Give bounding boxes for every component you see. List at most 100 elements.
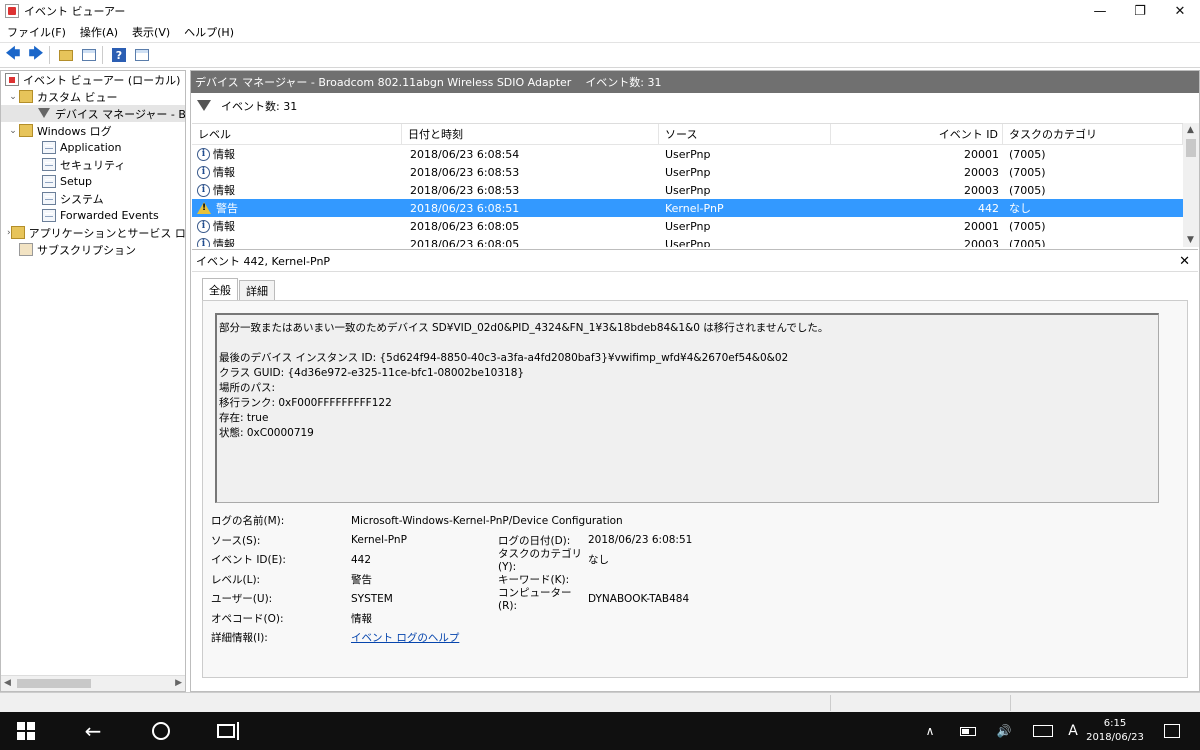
clock[interactable]: 6:15 2018/06/23: [1084, 712, 1146, 750]
logged-value: 2018/06/23 6:08:51: [588, 534, 693, 547]
battery-button[interactable]: [956, 712, 980, 750]
table-row[interactable]: i 情報 2018/06/23 6:08:54 UserPnp 20001 (70…: [192, 145, 1197, 163]
scroll-thumb[interactable]: [17, 679, 91, 688]
folder-icon: [10, 226, 25, 239]
volume-button[interactable]: 🔊: [992, 712, 1016, 750]
column-header-date[interactable]: 日付と時刻: [402, 124, 659, 144]
scroll-left-icon[interactable]: ◀: [4, 678, 11, 688]
close-button[interactable]: ✕: [1160, 0, 1200, 22]
menu-action[interactable]: 操作(A): [73, 24, 125, 40]
table-row[interactable]: i 情報 2018/06/23 6:08:53 UserPnp 20003 (70…: [192, 163, 1197, 181]
task-view-button[interactable]: [203, 712, 249, 750]
event-log-help-link[interactable]: イベント ログのヘルプ: [351, 630, 459, 645]
tab-details[interactable]: 詳細: [239, 280, 275, 300]
tree-item-label: Setup: [60, 175, 93, 188]
menu-help[interactable]: ヘルプ(H): [177, 24, 241, 40]
back-button[interactable]: 🡄: [3, 45, 23, 65]
show-hide-console-tree-button[interactable]: [79, 45, 99, 65]
menu-file[interactable]: ファイル(F): [0, 24, 73, 40]
scroll-down-icon[interactable]: ▼: [1187, 235, 1194, 245]
action-center-button[interactable]: [1160, 712, 1184, 750]
detail-title: イベント 442, Kernel-PnP: [192, 250, 1198, 272]
start-button[interactable]: [0, 712, 52, 750]
column-header-level[interactable]: レベル: [192, 124, 402, 144]
tree-item-application[interactable]: Application: [1, 139, 185, 156]
up-folder-button[interactable]: [56, 45, 76, 65]
filter-event-count: イベント数: 31: [221, 100, 298, 113]
cell-level: i 情報: [192, 164, 402, 180]
forward-button[interactable]: 🡆: [26, 45, 46, 65]
column-header-event-id[interactable]: イベント ID: [831, 124, 1003, 144]
tree-item-subscriptions[interactable]: サブスクリプション: [1, 241, 185, 258]
cell-category: (7005): [1009, 237, 1046, 248]
cell-date: 2018/06/23 6:08:54: [410, 147, 520, 161]
cell-category: (7005): [1009, 183, 1046, 197]
table-row[interactable]: i 情報 2018/06/23 6:08:05 UserPnp 20003 (70…: [192, 235, 1197, 247]
tree-item-label: サブスクリプション: [37, 243, 136, 257]
cell-date: 2018/06/23 6:08:53: [410, 183, 520, 197]
cell-source: UserPnp: [665, 147, 711, 161]
event-grid: レベル 日付と時刻 ソース イベント ID タスクのカテゴリ i 情報 2018/…: [192, 123, 1197, 247]
tree-item-forwarded-events[interactable]: Forwarded Events: [1, 207, 185, 224]
event-message-box[interactable]: 部分一致またはあいまい一致のためデバイス SD¥VID_02d0&PID_432…: [215, 313, 1159, 503]
windows-logo-icon: [17, 722, 35, 740]
folder-up-icon: [59, 49, 73, 61]
collapse-icon[interactable]: ⌄: [7, 126, 19, 136]
action-pane-icon: [135, 49, 149, 61]
column-header-category[interactable]: タスクのカテゴリ: [1003, 124, 1183, 144]
log-icon: [42, 175, 56, 188]
cell-event-id: 442: [978, 201, 999, 215]
tree-item-system[interactable]: システム: [1, 190, 185, 207]
tree-item-apps-services[interactable]: › アプリケーションとサービス ログ: [1, 224, 185, 241]
subscription-icon: [19, 243, 33, 256]
scroll-up-icon[interactable]: ▲: [1187, 125, 1194, 135]
log-name-label: ログの名前(M):: [211, 515, 285, 528]
cortana-button[interactable]: [138, 712, 184, 750]
tree-item-device-manager[interactable]: デバイス マネージャー - Broadc: [1, 105, 185, 122]
filter-bar: イベント数: 31: [191, 93, 1199, 119]
task-category-value: なし: [588, 554, 609, 567]
computer-label: コンピューター(R):: [498, 587, 572, 613]
ime-indicator[interactable]: A: [1062, 712, 1084, 750]
opcode-label: オペコード(O):: [211, 612, 284, 625]
tree-item-custom-views[interactable]: ⌄ カスタム ビュー: [1, 88, 185, 105]
help-icon: ?: [112, 48, 126, 62]
minimize-button[interactable]: —: [1080, 0, 1120, 22]
tree-item-windows-logs[interactable]: ⌄ Windows ログ: [1, 122, 185, 139]
opcode-value: 情報: [351, 612, 372, 625]
back-button-taskbar[interactable]: ←: [70, 712, 116, 750]
info-icon: i: [197, 147, 210, 161]
folder-icon: [19, 124, 33, 137]
table-row[interactable]: i 情報 2018/06/23 6:08:05 UserPnp 20001 (70…: [192, 217, 1197, 235]
info-icon: i: [197, 165, 210, 179]
log-icon: [42, 158, 56, 171]
level-label: レベル(L):: [211, 573, 261, 586]
table-row[interactable]: i 情報 2018/06/23 6:08:53 UserPnp 20003 (70…: [192, 181, 1197, 199]
grid-vertical-scrollbar[interactable]: ▲ ▼: [1183, 123, 1199, 247]
cell-event-id: 20001: [964, 219, 999, 233]
source-label: ソース(S):: [211, 534, 261, 547]
column-header-source[interactable]: ソース: [659, 124, 831, 144]
tree-item-setup[interactable]: Setup: [1, 173, 185, 190]
task-category-label: タスクのカテゴリ(Y):: [498, 548, 582, 574]
show-hidden-icons-button[interactable]: ∧: [918, 712, 942, 750]
show-hide-action-pane-button[interactable]: [132, 45, 152, 65]
notification-icon: [1164, 724, 1180, 738]
scroll-right-icon[interactable]: ▶: [175, 678, 182, 688]
maximize-button[interactable]: ❐: [1120, 0, 1160, 22]
help-button[interactable]: ?: [109, 45, 129, 65]
prop-row-source: ソース(S): Kernel-PnP ログの日付(D): 2018/06/23 …: [211, 531, 1171, 551]
more-info-label: 詳細情報(I):: [211, 632, 268, 645]
tree-item-security[interactable]: セキュリティ: [1, 156, 185, 173]
tree-horizontal-scrollbar[interactable]: ◀ ▶: [1, 675, 185, 691]
tab-general[interactable]: 全般: [202, 278, 238, 300]
tree-item-root[interactable]: イベント ビューアー (ローカル): [1, 71, 185, 88]
log-icon: [42, 141, 56, 154]
menu-view[interactable]: 表示(V): [125, 24, 177, 40]
detail-close-button[interactable]: ✕: [1179, 254, 1190, 269]
table-row-selected[interactable]: 警告 2018/06/23 6:08:51 Kernel-PnP 442 なし: [192, 199, 1197, 217]
tab-panel-general: 部分一致またはあいまい一致のためデバイス SD¥VID_02d0&PID_432…: [202, 300, 1188, 678]
scroll-thumb[interactable]: [1186, 139, 1196, 157]
collapse-icon[interactable]: ⌄: [7, 92, 19, 102]
touch-keyboard-button[interactable]: [1030, 712, 1056, 750]
